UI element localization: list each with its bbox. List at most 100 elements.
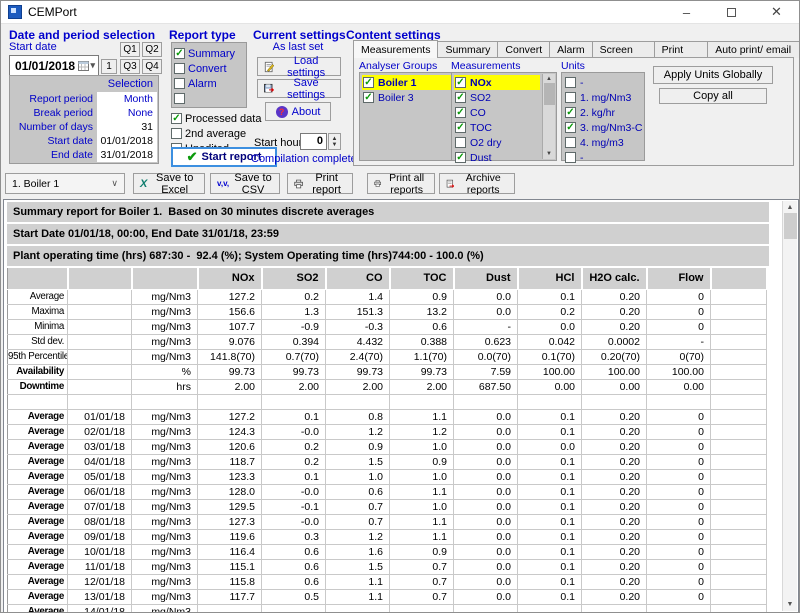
start-hour-spinner[interactable]: ▲ ▼	[328, 133, 341, 150]
checkbox[interactable]: ✓	[455, 77, 466, 88]
cell: 0.20	[582, 499, 647, 514]
cell: 0.7	[326, 499, 390, 514]
list-item[interactable]: ✓CO	[454, 105, 542, 120]
list-item[interactable]: ✓Dust	[454, 150, 542, 165]
checkbox[interactable]	[171, 128, 182, 139]
checkbox[interactable]: ✓	[455, 122, 466, 133]
selection-value: Month	[97, 92, 157, 106]
list-item[interactable]: 4. mg/m3	[564, 135, 644, 150]
cell	[68, 289, 132, 304]
checkbox-option[interactable]	[174, 91, 246, 106]
checkbox[interactable]: ✓	[565, 122, 576, 133]
list-item[interactable]: ✓2. kg/hr	[564, 105, 644, 120]
checkbox[interactable]	[565, 137, 576, 148]
checkbox[interactable]: ✓	[174, 48, 185, 59]
tab-measurements[interactable]: Measurements	[353, 40, 438, 58]
cell: 0.9	[390, 454, 454, 469]
archive-reports-button[interactable]: Archive reports	[439, 173, 515, 194]
tab-summary[interactable]: Summary	[437, 41, 498, 58]
maximize-button[interactable]	[709, 1, 754, 23]
start-hour-input[interactable]: 0	[300, 133, 327, 150]
print-all-reports-button[interactable]: Print all reports	[367, 173, 435, 194]
save-settings-button[interactable]: Save settings	[257, 79, 341, 98]
report-header-line: Summary report for Boiler 1. Based on 30…	[7, 202, 769, 222]
checkbox-option[interactable]: Convert	[174, 61, 246, 76]
column-header: TOC	[390, 268, 454, 289]
scroll-down-icon[interactable]: ▼	[787, 601, 794, 608]
q2-button[interactable]: Q2	[142, 42, 162, 57]
checkbox[interactable]	[174, 63, 185, 74]
apply-units-button[interactable]: Apply Units Globally	[653, 66, 773, 84]
load-settings-icon	[264, 61, 274, 73]
checkbox[interactable]: ✓	[455, 152, 466, 163]
cell: 99.73	[198, 364, 262, 379]
checkbox[interactable]: ✓	[363, 77, 374, 88]
tab-print-output[interactable]: Print output	[654, 41, 709, 58]
q1-button[interactable]: Q1	[120, 42, 140, 57]
cell: 0.00	[582, 379, 647, 394]
cell: mg/Nm3	[132, 529, 198, 544]
q3-button[interactable]: Q3	[120, 59, 140, 74]
checkbox[interactable]: ✓	[565, 107, 576, 118]
scrollbar-thumb[interactable]	[544, 83, 555, 105]
minimize-button[interactable]: –	[664, 1, 709, 23]
list-item[interactable]: ✓3. mg/Nm3-C	[564, 120, 644, 135]
list-item[interactable]: -	[564, 75, 644, 90]
scroll-up-icon[interactable]: ▲	[787, 204, 794, 211]
list-item[interactable]: ✓TOC	[454, 120, 542, 135]
calendar-dropdown[interactable]: ▾	[78, 60, 95, 71]
report-scrollbar[interactable]: ▲ ▼	[782, 201, 797, 611]
checkbox[interactable]	[565, 152, 576, 163]
scroll-up-icon[interactable]: ▲	[546, 76, 552, 82]
cell: mg/Nm3	[132, 589, 198, 604]
copy-all-button[interactable]: Copy all	[659, 88, 767, 104]
list-item[interactable]: ✓NOx	[454, 75, 540, 90]
checkbox-option[interactable]: Alarm	[174, 76, 246, 91]
measurements-scrollbar[interactable]: ▲ ▼	[542, 74, 555, 159]
list-item[interactable]: O2 dry	[454, 135, 542, 150]
cell: 0.1	[518, 499, 582, 514]
cell	[711, 559, 767, 574]
cell: 0.0	[454, 454, 518, 469]
tab-auto-print-email-log-in[interactable]: Auto print/ email /log in	[707, 41, 800, 58]
checkbox[interactable]	[174, 78, 185, 89]
period-1-button[interactable]: 1	[101, 59, 117, 74]
checkbox[interactable]: ✓	[171, 113, 182, 124]
checkbox[interactable]	[455, 137, 466, 148]
close-button[interactable]: ✕	[754, 1, 799, 23]
start-date-input[interactable]: 01/01/2018 ▾	[9, 55, 99, 76]
row-label: Average	[8, 574, 68, 589]
tab-screen-output[interactable]: Screen output	[592, 41, 655, 58]
checkbox[interactable]	[174, 93, 185, 104]
list-item[interactable]: ✓SO2	[454, 90, 542, 105]
print-report-button[interactable]: Print report	[287, 173, 353, 194]
scroll-down-icon[interactable]: ▼	[546, 151, 552, 157]
boiler-select[interactable]: 1. Boiler 1 ∨	[5, 173, 125, 194]
scrollbar-thumb[interactable]	[784, 213, 797, 239]
q4-button[interactable]: Q4	[142, 59, 162, 74]
checkbox-option[interactable]: 2nd average	[171, 126, 261, 141]
cell: 0.0	[454, 439, 518, 454]
list-item[interactable]: -	[564, 150, 644, 165]
tab-alarm[interactable]: Alarm	[549, 41, 592, 58]
cell: 0.0002	[582, 334, 647, 349]
list-item[interactable]: ✓Boiler 3	[362, 90, 462, 105]
about-button[interactable]: ? About	[265, 102, 331, 121]
checkbox[interactable]: ✓	[455, 107, 466, 118]
save-to-csv-button[interactable]: v,v, Save to CSV	[210, 173, 280, 194]
checkbox-option[interactable]: ✓Summary	[174, 46, 246, 61]
checkbox[interactable]: ✓	[455, 92, 466, 103]
table-row: Average11/01/18mg/Nm3115.10.61.50.70.00.…	[8, 559, 767, 574]
checkbox-option[interactable]: ✓Processed data	[171, 111, 261, 126]
checkbox[interactable]: ✓	[363, 92, 374, 103]
table-row: Availability%99.7399.7399.7399.737.59100…	[8, 364, 767, 379]
list-item[interactable]: 1. mg/Nm3	[564, 90, 644, 105]
list-item[interactable]: ✓Boiler 1	[362, 75, 460, 90]
cell: 05/01/18	[68, 469, 132, 484]
load-settings-button[interactable]: Load settings	[257, 57, 341, 76]
cell: 115.1	[198, 559, 262, 574]
tab-convert[interactable]: Convert	[497, 41, 550, 58]
save-to-excel-button[interactable]: X Save to Excel	[133, 173, 205, 194]
checkbox[interactable]	[565, 77, 576, 88]
checkbox[interactable]	[565, 92, 576, 103]
